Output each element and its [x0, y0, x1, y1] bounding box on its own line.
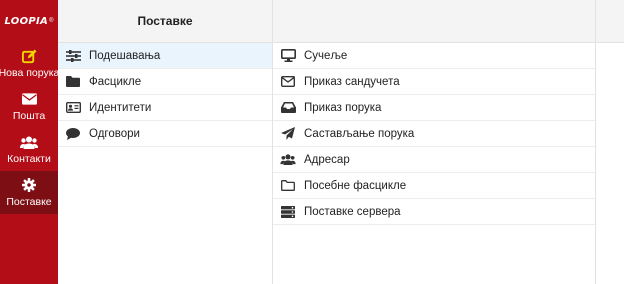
folder-icon: [65, 76, 81, 87]
nav-compose-label: Нова порука: [0, 67, 60, 79]
app-logo[interactable]: LOOPIA ®: [0, 0, 58, 42]
prefs-item-label: Сучеље: [304, 49, 348, 62]
settings-item-responses[interactable]: Одговори: [58, 121, 272, 147]
prefs-item-message-view[interactable]: Приказ порука: [273, 95, 595, 121]
comment-icon: [65, 127, 81, 140]
prefs-item-label: Посебне фасцикле: [304, 179, 407, 192]
folder-outline-icon: [280, 180, 296, 191]
envelope-outline-icon: [280, 76, 296, 87]
server-icon: [280, 205, 296, 218]
compose-icon: [21, 48, 37, 64]
settings-item-label: Идентитети: [89, 101, 152, 114]
prefs-item-server-settings[interactable]: Поставке сервера: [273, 199, 595, 225]
prefs-item-composing[interactable]: Састављање порука: [273, 121, 595, 147]
prefs-item-label: Састављање порука: [304, 127, 415, 140]
app-sidebar: LOOPIA ® Нова порука Пошта Контакти Поста…: [0, 0, 60, 284]
preferences-panel-header: [273, 0, 595, 43]
settings-sections-panel: Поставке Подешавања Фасцикле Идентитети …: [58, 0, 273, 284]
content-frame: [596, 0, 624, 284]
settings-item-identities[interactable]: Идентитети: [58, 95, 272, 121]
id-card-icon: [65, 102, 81, 113]
logo-mark: ®: [49, 18, 54, 24]
prefs-item-addressbook[interactable]: Адресар: [273, 147, 595, 173]
envelope-icon: [21, 91, 37, 107]
paper-plane-icon: [280, 127, 296, 140]
content-frame-header: [596, 0, 624, 43]
sliders-icon: [65, 49, 81, 62]
settings-panel-title: Поставке: [137, 14, 193, 28]
nav-mail-button[interactable]: Пошта: [0, 85, 58, 128]
users-icon: [20, 134, 38, 150]
settings-item-label: Фасцикле: [89, 75, 142, 88]
settings-item-preferences[interactable]: Подешавања: [58, 43, 272, 69]
settings-item-folders[interactable]: Фасцикле: [58, 69, 272, 95]
nav-mail-label: Пошта: [12, 110, 46, 122]
prefs-item-label: Приказ порука: [304, 101, 382, 114]
nav-contacts-button[interactable]: Контакти: [0, 128, 58, 171]
nav-compose-button[interactable]: Нова порука: [0, 42, 60, 85]
prefs-item-interface[interactable]: Сучеље: [273, 43, 595, 69]
prefs-item-label: Приказ сандучета: [304, 75, 400, 88]
gear-icon: [22, 177, 36, 193]
prefs-item-label: Адресар: [304, 153, 350, 166]
preferences-sections-panel: Сучеље Приказ сандучета Приказ порука Са…: [273, 0, 596, 284]
settings-panel-header: Поставке: [58, 0, 272, 43]
prefs-item-special-folders[interactable]: Посебне фасцикле: [273, 173, 595, 199]
logo-text: LOOPIA: [4, 15, 49, 27]
nav-contacts-label: Контакти: [7, 153, 51, 165]
inbox-icon: [280, 102, 296, 113]
prefs-item-label: Поставке сервера: [304, 205, 401, 218]
settings-item-label: Подешавања: [89, 49, 161, 62]
settings-item-label: Одговори: [89, 127, 140, 140]
nav-settings-button[interactable]: Поставке: [0, 171, 58, 214]
monitor-icon: [280, 49, 296, 62]
nav-settings-label: Поставке: [6, 196, 52, 208]
users-icon: [280, 154, 296, 165]
prefs-item-mailbox-view[interactable]: Приказ сандучета: [273, 69, 595, 95]
